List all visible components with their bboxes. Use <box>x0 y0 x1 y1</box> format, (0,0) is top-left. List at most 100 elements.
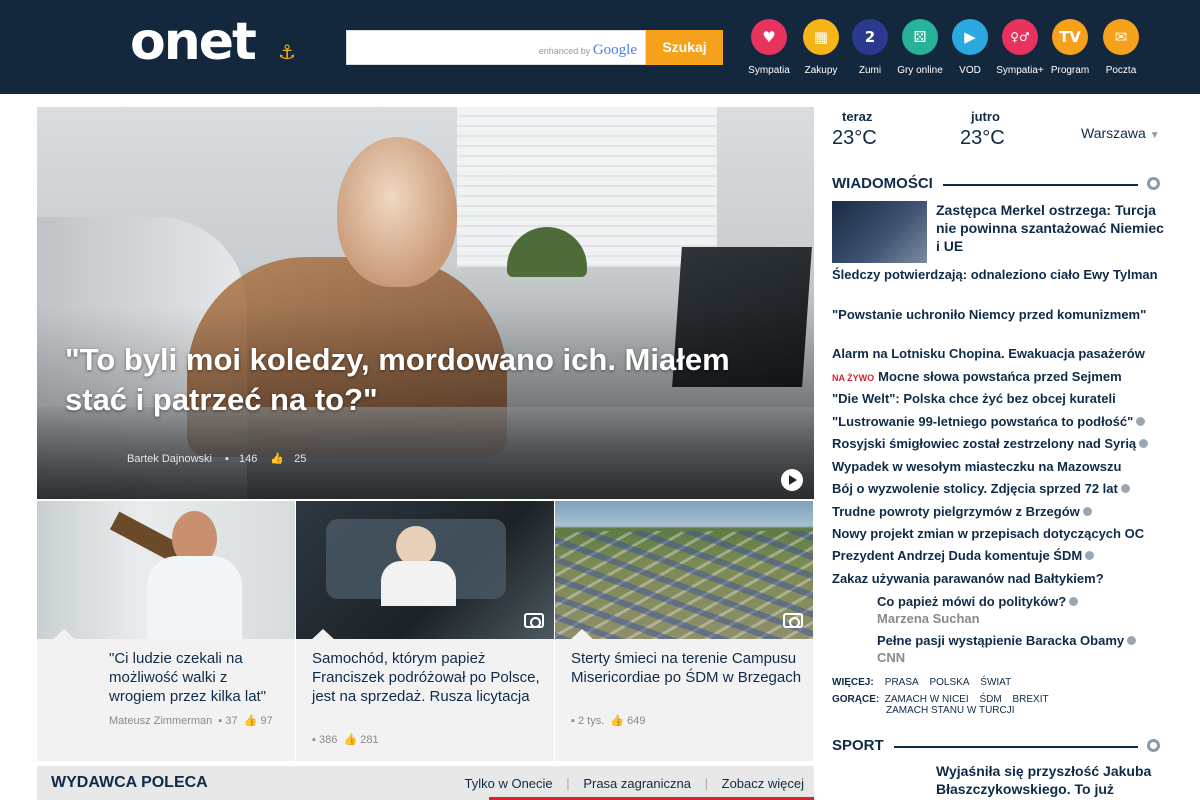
weather-widget: teraz 23°C jutro 23°C Warszawa ▼ <box>832 107 1164 157</box>
hero-comments[interactable]: 146 <box>239 453 257 465</box>
sport-section-title[interactable]: SPORT <box>832 737 894 755</box>
card-photo-face <box>396 526 436 566</box>
tag-link[interactable]: Polska <box>929 677 969 688</box>
card-photo <box>296 501 554 639</box>
card-title[interactable]: Sterty śmieci na terenie Campusu Miseric… <box>571 649 803 687</box>
weather-tomorrow-temp: 23°C <box>960 127 1005 149</box>
news-item-text: Trudne powroty pielgrzymów z Brzegów <box>832 504 1080 519</box>
news-item-text: Prezydent Andrzej Duda komentuje ŚDM <box>832 548 1083 563</box>
news-item[interactable]: Śledczy potwierdzają: odnaleziono ciało … <box>832 266 1168 283</box>
news-sub-source: Marzena Suchan <box>877 611 980 626</box>
heart-icon: ♥ <box>751 19 787 55</box>
card-title[interactable]: Samochód, którym papież Franciszek podró… <box>312 649 544 706</box>
service-poczta[interactable]: ✉ Poczta <box>1091 19 1151 76</box>
news-item[interactable]: "Powstanie uchroniło Niemcy przed komuni… <box>832 306 1168 323</box>
news-section-title[interactable]: WIADOMOŚCI <box>832 175 943 193</box>
gear-icon[interactable] <box>1147 739 1160 752</box>
tab-separator: | <box>566 776 570 791</box>
news-item-text: "Lustrowanie 99-letniego powstańca to po… <box>832 414 1134 429</box>
article-card[interactable]: Sterty śmieci na terenie Campusu Miseric… <box>555 501 813 761</box>
news-item[interactable]: Trudne powroty pielgrzymów z Brzegów <box>832 503 1168 520</box>
news-item[interactable]: "Lustrowanie 99-letniego powstańca to po… <box>832 413 1168 430</box>
card-author: Mateusz Zimmerman <box>109 715 213 727</box>
video-icon <box>1069 597 1079 606</box>
news-item[interactable]: Zakaz używania parawanów nad Bałtykiem? <box>832 570 1168 587</box>
card-meta: Mateusz Zimmerman ▪ 37 👍 97 <box>109 714 273 727</box>
video-icon <box>1085 551 1095 560</box>
city-name: Warszawa <box>1081 125 1146 141</box>
like-icon: 👍 <box>343 734 358 746</box>
tag-link[interactable]: Brexit <box>1012 694 1048 705</box>
news-sub-source: CNN <box>877 650 906 665</box>
video-icon <box>1082 507 1092 516</box>
news-item[interactable]: "Die Welt": Polska chce żyć bez obcej ku… <box>832 390 1168 407</box>
news-lead-photo[interactable] <box>832 201 927 263</box>
camera-icon <box>783 613 803 628</box>
play-icon: ▶ <box>952 19 988 55</box>
tag-link[interactable]: Zamach w Nicei <box>885 694 969 705</box>
tag-link[interactable]: ŚDM <box>979 694 1001 705</box>
card-notch <box>51 629 77 641</box>
service-sympatia[interactable]: ♥ Sympatia <box>739 19 799 76</box>
search-button[interactable]: Szukaj <box>646 30 723 65</box>
city-select[interactable]: Warszawa ▼ <box>1081 125 1160 141</box>
weather-now-temp: 23°C <box>832 127 877 149</box>
hero-likes: 25 <box>294 453 307 465</box>
basket-icon: ▦ <box>803 19 839 55</box>
anchor-icon: ⚓ <box>278 40 296 64</box>
live-badge: NA ŻYWO <box>832 373 875 383</box>
hot-links-2: Zamach stanu w Turcji <box>886 705 1023 716</box>
tag-link[interactable]: Prasa <box>885 677 919 688</box>
chevron-down-icon: ▼ <box>1149 130 1160 141</box>
couple-icon: ♀♂ <box>1002 19 1038 55</box>
tab-tylko-w-onecie[interactable]: Tylko w Onecie <box>465 776 553 791</box>
card-likes: 649 <box>627 715 646 727</box>
hero-title[interactable]: "To byli moi koledzy, mordowano ich. Mia… <box>65 340 765 420</box>
card-meta: ▪ 2 tys. 👍 649 <box>571 714 646 727</box>
card-title[interactable]: "Ci ludzie czekali na możliwość walki z … <box>109 649 284 706</box>
tag-link[interactable]: Zamach stanu w Turcji <box>886 705 1015 716</box>
news-item[interactable]: Wypadek w wesołym miasteczku na Mazowszu <box>832 458 1168 475</box>
news-item[interactable]: Alarm na Lotnisku Chopina. Ewakuacja pas… <box>832 345 1168 362</box>
video-icon <box>1136 417 1146 426</box>
article-card[interactable]: Samochód, którym papież Franciszek podró… <box>296 501 554 761</box>
tab-prasa-zagraniczna[interactable]: Prasa zagraniczna <box>583 776 691 791</box>
sport-section-header: SPORT <box>832 737 1164 755</box>
article-card[interactable]: "Ci ludzie czekali na możliwość walki z … <box>37 501 295 761</box>
card-photo <box>555 501 813 639</box>
card-comments[interactable]: 386 <box>319 734 337 746</box>
card-notch <box>310 629 336 641</box>
news-item[interactable]: Rosyjski śmigłowiec został zestrzelony n… <box>832 435 1168 452</box>
sport-lead-title[interactable]: Wyjaśniła się przyszłość Jakuba Błaszczy… <box>936 762 1166 798</box>
news-sub-text: Pełne pasji wystąpienie Baracka Obamy <box>877 633 1125 648</box>
news-item[interactable]: Bój o wyzwolenie stolicy. Zdjęcia sprzed… <box>832 480 1168 497</box>
news-lead-title[interactable]: Zastępca Merkel ostrzega: Turcja nie pow… <box>936 201 1166 255</box>
video-play-icon[interactable] <box>781 469 803 491</box>
news-item[interactable]: Prezydent Andrzej Duda komentuje ŚDM <box>832 547 1168 564</box>
search-input[interactable]: enhanced by Google <box>346 30 646 65</box>
dice-icon: ⚄ <box>902 19 938 55</box>
comment-icon: ▪ <box>571 715 575 727</box>
hero-photo <box>457 107 717 267</box>
weather-now-label: teraz <box>842 109 873 124</box>
zumi-icon: 2 <box>852 19 888 55</box>
card-likes: 281 <box>360 734 379 746</box>
news-item[interactable]: Nowy projekt zmian w przepisach dotycząc… <box>832 525 1168 542</box>
card-notch <box>569 629 595 641</box>
like-icon: 👍 <box>243 715 258 727</box>
card-comments[interactable]: 2 tys. <box>578 715 604 727</box>
news-item[interactable]: NA ŻYWO Mocne słowa powstańca przed Sejme… <box>832 368 1168 387</box>
onet-logo[interactable]: onet <box>130 14 257 70</box>
mail-icon: ✉ <box>1103 19 1139 55</box>
news-sub-item[interactable]: Pełne pasji wystąpienie Baracka Obamy <box>877 632 1167 649</box>
tab-separator: | <box>704 776 708 791</box>
hero-photo-head <box>337 137 457 287</box>
gear-icon[interactable] <box>1147 177 1160 190</box>
hero-article[interactable]: "To byli moi koledzy, mordowano ich. Mia… <box>37 107 814 499</box>
news-sub-item[interactable]: Co papież mówi do polityków? <box>877 593 1167 610</box>
card-comments[interactable]: 37 <box>225 715 237 727</box>
card-photo-rubbish <box>555 531 813 639</box>
tab-zobacz-wiecej[interactable]: Zobacz więcej <box>722 776 804 791</box>
camera-icon <box>1139 439 1149 448</box>
tag-link[interactable]: Świat <box>980 677 1011 688</box>
